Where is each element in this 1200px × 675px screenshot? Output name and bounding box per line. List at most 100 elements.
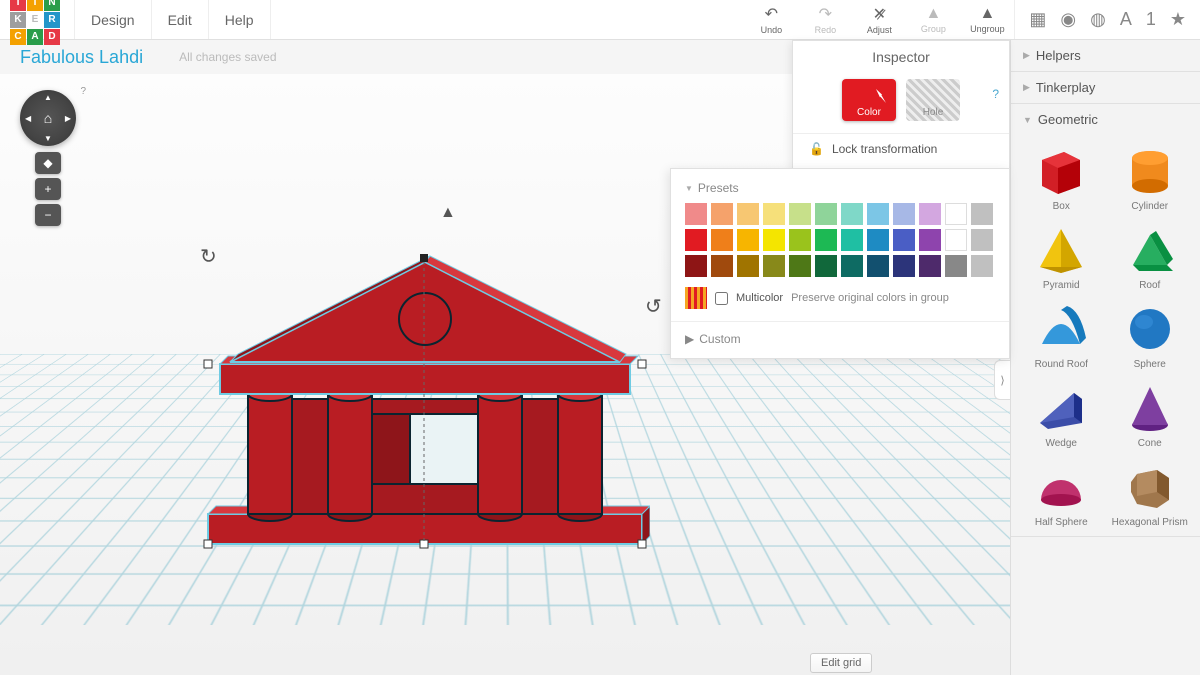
menu-help[interactable]: Help	[209, 0, 271, 39]
color-swatch[interactable]	[945, 203, 967, 225]
display-tool-2[interactable]: ◍	[1086, 9, 1110, 30]
color-swatch[interactable]	[919, 255, 941, 277]
color-swatch[interactable]	[737, 229, 759, 251]
presets-header[interactable]: ▼Presets	[671, 179, 1009, 203]
color-swatch[interactable]	[867, 203, 889, 225]
undo-button[interactable]: ↶Undo	[744, 0, 798, 39]
custom-header[interactable]: ▶Custom	[671, 321, 1009, 348]
logo-tile: R	[44, 12, 60, 28]
logo-tile: E	[27, 12, 43, 28]
color-swatch[interactable]	[737, 255, 759, 277]
menu-design[interactable]: Design	[74, 0, 152, 39]
group-button: ▲Group	[906, 0, 960, 39]
disclosure-triangle-icon: ▶	[1023, 50, 1030, 61]
color-swatch[interactable]	[763, 255, 785, 277]
shape-cone[interactable]: Cone	[1108, 376, 1193, 453]
ungroup-button[interactable]: ▲Ungroup	[960, 0, 1014, 39]
project-name[interactable]: Fabulous Lahdi	[20, 47, 143, 68]
color-swatch[interactable]	[789, 203, 811, 225]
app-logo[interactable]: TINKERCAD	[10, 0, 60, 45]
panel-header-geometric[interactable]: ▼Geometric	[1011, 104, 1200, 135]
disclosure-triangle-icon: ▶	[1023, 82, 1030, 93]
display-tool-5[interactable]: ★	[1166, 9, 1190, 30]
home-icon[interactable]: ⌂	[44, 110, 52, 126]
color-swatch[interactable]	[893, 203, 915, 225]
panel-collapse-handle[interactable]: ⟩	[994, 360, 1010, 400]
color-swatch[interactable]	[815, 203, 837, 225]
color-swatch[interactable]	[763, 203, 785, 225]
lock-label: Lock transformation	[832, 142, 937, 156]
color-swatch[interactable]	[919, 203, 941, 225]
shape-hexagonal-prism[interactable]: Hexagonal Prism	[1108, 455, 1193, 532]
color-swatch[interactable]	[841, 203, 863, 225]
color-swatch[interactable]	[841, 229, 863, 251]
color-swatch[interactable]	[685, 255, 707, 277]
orbit-wheel[interactable]: ⌂ ◀▶ ?	[20, 90, 76, 146]
logo-tile: A	[27, 29, 43, 45]
multicolor-label: Multicolor	[736, 292, 783, 304]
display-tool-0[interactable]: ▦	[1025, 9, 1050, 30]
adjust-button[interactable]: ✕̷Adjust	[852, 0, 906, 39]
shape-wedge[interactable]: Wedge	[1019, 376, 1104, 453]
panel-header-tinkerplay[interactable]: ▶Tinkerplay	[1011, 72, 1200, 103]
cone-icon	[1120, 380, 1180, 436]
display-tool-3[interactable]: A	[1116, 9, 1136, 30]
hole-swatch-button[interactable]: Hole	[906, 79, 960, 121]
help-icon[interactable]: ?	[992, 87, 999, 101]
color-swatch[interactable]	[971, 229, 993, 251]
color-swatch[interactable]	[893, 255, 915, 277]
color-swatch-button[interactable]: Color	[842, 79, 896, 121]
shape-roof[interactable]: Roof	[1108, 218, 1193, 295]
display-tool-4[interactable]: 1	[1142, 9, 1160, 30]
sphere-icon	[1120, 301, 1180, 357]
color-swatch[interactable]	[945, 255, 967, 277]
up-arrow-icon[interactable]: ▲	[440, 204, 456, 222]
view-navigator: ⌂ ◀▶ ? ◆ + −	[20, 90, 76, 226]
top-menubar: TINKERCAD DesignEditHelp ↶Undo↷Redo✕̷Adj…	[0, 0, 1200, 40]
hexprism-icon	[1120, 459, 1180, 515]
shape-label: Pyramid	[1043, 280, 1080, 291]
color-swatch[interactable]	[945, 229, 967, 251]
redo-button: ↷Redo	[798, 0, 852, 39]
color-swatch[interactable]	[971, 255, 993, 277]
color-swatch[interactable]	[711, 229, 733, 251]
help-icon[interactable]: ?	[80, 86, 86, 97]
edit-grid-button[interactable]: Edit grid	[810, 653, 872, 673]
shape-box[interactable]: Box	[1019, 139, 1104, 216]
shape-round-roof[interactable]: Round Roof	[1019, 297, 1104, 374]
color-swatch[interactable]	[737, 203, 759, 225]
zoom-out-button[interactable]: −	[35, 204, 61, 226]
color-swatch[interactable]	[815, 229, 837, 251]
multicolor-checkbox[interactable]	[715, 292, 728, 305]
halfsphere-icon	[1031, 459, 1091, 515]
display-tool-1[interactable]: ◉	[1056, 9, 1080, 30]
menu-edit[interactable]: Edit	[152, 0, 209, 39]
color-swatch[interactable]	[685, 203, 707, 225]
color-presets-popup: ▼Presets Multicolor Preserve original co…	[670, 168, 1010, 359]
color-swatch[interactable]	[815, 255, 837, 277]
fit-view-button[interactable]: ◆	[35, 152, 61, 174]
multicolor-swatch[interactable]	[685, 287, 707, 309]
lock-transformation-row[interactable]: 🔓 Lock transformation	[793, 133, 1009, 168]
logo-tile: T	[10, 0, 26, 11]
color-swatch[interactable]	[919, 229, 941, 251]
color-swatch[interactable]	[841, 255, 863, 277]
panel-header-helpers[interactable]: ▶Helpers	[1011, 40, 1200, 71]
zoom-in-button[interactable]: +	[35, 178, 61, 200]
color-swatch[interactable]	[789, 255, 811, 277]
selected-model[interactable]	[200, 244, 650, 554]
shape-cylinder[interactable]: Cylinder	[1108, 139, 1193, 216]
shape-half-sphere[interactable]: Half Sphere	[1019, 455, 1104, 532]
shape-sphere[interactable]: Sphere	[1108, 297, 1193, 374]
color-swatch[interactable]	[789, 229, 811, 251]
color-swatch[interactable]	[763, 229, 785, 251]
color-swatch[interactable]	[893, 229, 915, 251]
color-swatch[interactable]	[685, 229, 707, 251]
color-swatch[interactable]	[867, 229, 889, 251]
color-swatch[interactable]	[711, 203, 733, 225]
color-swatch[interactable]	[971, 203, 993, 225]
color-swatch[interactable]	[711, 255, 733, 277]
color-swatch[interactable]	[867, 255, 889, 277]
shape-pyramid[interactable]: Pyramid	[1019, 218, 1104, 295]
shape-label: Round Roof	[1035, 359, 1088, 370]
